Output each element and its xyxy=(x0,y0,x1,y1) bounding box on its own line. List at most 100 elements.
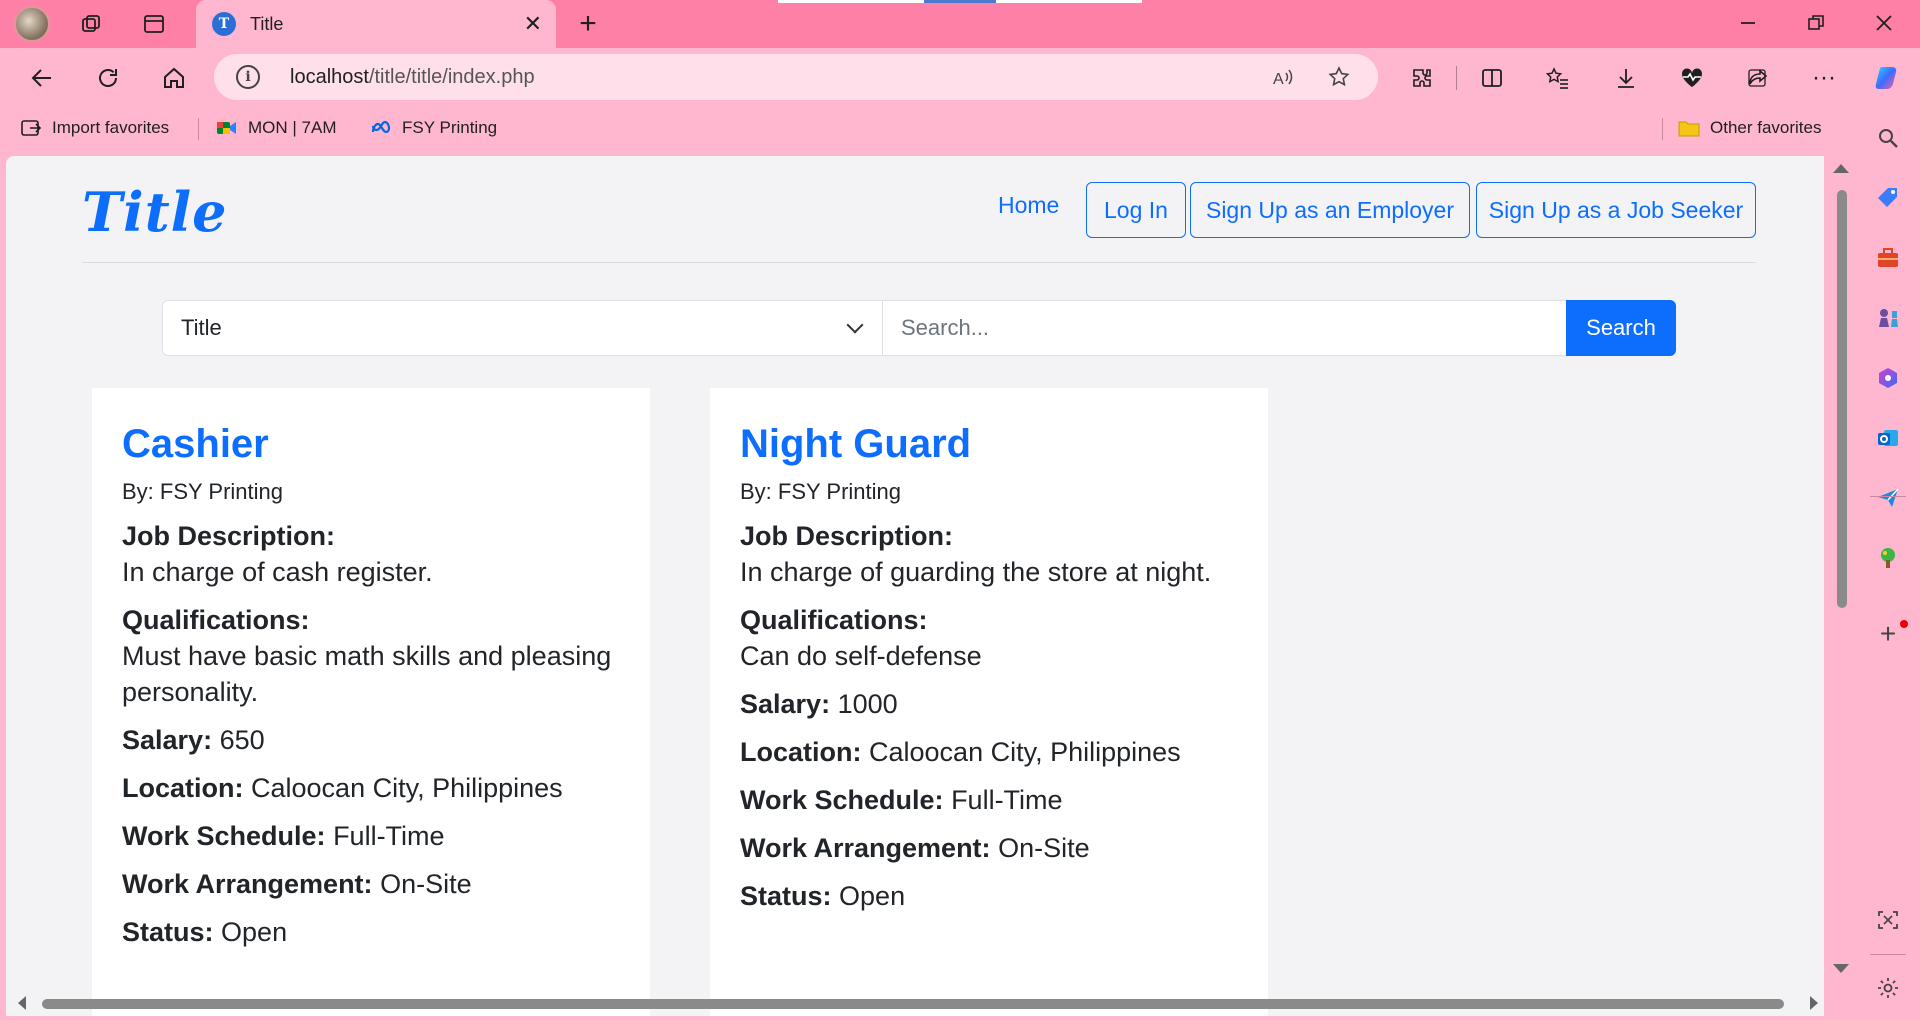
sidebar-screenshot-icon[interactable] xyxy=(1872,904,1904,936)
sidebar-tools-briefcase-icon[interactable] xyxy=(1872,242,1904,274)
import-favorites-icon xyxy=(20,118,42,138)
favorite-import[interactable]: Import favorites xyxy=(20,118,169,138)
url-text: localhost/title/title/index.php xyxy=(290,66,535,89)
restore-button[interactable] xyxy=(1788,0,1844,46)
sidebar-microsoft365-icon[interactable] xyxy=(1872,362,1904,394)
horizontal-scrollbar[interactable] xyxy=(6,992,1856,1016)
site-info-icon[interactable]: i xyxy=(236,65,260,89)
favorite-label: FSY Printing xyxy=(402,118,498,137)
workspaces-icon[interactable] xyxy=(74,6,110,42)
search-input[interactable]: Search... xyxy=(882,300,1572,356)
sidebar-add-icon[interactable]: + xyxy=(1872,518,1904,649)
by-label: By: xyxy=(740,479,772,504)
scroll-down-arrow-icon[interactable] xyxy=(1833,964,1849,973)
favorite-other-folder[interactable]: Other favorites xyxy=(1678,118,1822,138)
favorites-divider xyxy=(198,118,199,140)
minimize-button[interactable] xyxy=(1720,0,1776,46)
sidebar-outlook-icon[interactable] xyxy=(1872,422,1904,454)
vertical-scrollbar[interactable] xyxy=(1826,156,1856,992)
page-viewport: Title Home Log In Sign Up as an Employer… xyxy=(6,156,1824,1016)
scroll-right-arrow-icon[interactable] xyxy=(1810,996,1818,1010)
address-bar[interactable]: i localhost/title/title/index.php A xyxy=(214,54,1378,100)
status-value: Open xyxy=(221,917,288,947)
sidebar-games-chess-icon[interactable] xyxy=(1872,302,1904,334)
nav-home-link[interactable]: Home xyxy=(998,192,1059,219)
extensions-icon[interactable] xyxy=(1402,58,1442,98)
favorite-fsy-printing[interactable]: FSY Printing xyxy=(370,118,497,138)
copilot-icon[interactable] xyxy=(1868,58,1908,98)
meta-icon xyxy=(370,118,392,138)
by-label: By: xyxy=(122,479,154,504)
share-icon[interactable] xyxy=(1738,58,1778,98)
scroll-up-arrow-icon[interactable] xyxy=(1833,164,1849,173)
browser-title-bar: T Title ✕ + xyxy=(0,0,1920,48)
job-description-label: Job Description: xyxy=(740,521,954,551)
split-screen-icon[interactable] xyxy=(1472,58,1512,98)
status-label: Status: xyxy=(740,881,832,911)
arrangement-label: Work Arrangement: xyxy=(122,869,373,899)
favorite-label: Import favorites xyxy=(52,118,170,137)
tab-favicon-icon: T xyxy=(212,12,236,36)
browser-toolbar: i localhost/title/title/index.php A ··· xyxy=(0,48,1920,104)
tab-close-icon[interactable]: ✕ xyxy=(524,11,542,37)
horizontal-scroll-thumb[interactable] xyxy=(42,999,1784,1009)
search-button[interactable]: Search xyxy=(1566,300,1676,356)
sidebar-divider xyxy=(1870,496,1906,497)
active-tab[interactable]: T Title ✕ xyxy=(196,0,556,48)
job-description-label: Job Description: xyxy=(122,521,336,551)
url-path: /title/title/index.php xyxy=(368,66,535,88)
job-title-link[interactable]: Cashier xyxy=(122,420,622,468)
vertical-scroll-thumb[interactable] xyxy=(1837,190,1847,608)
favorite-mon-7am[interactable]: MON | 7AM xyxy=(216,118,336,138)
arrangement-value: On-Site xyxy=(998,833,1090,863)
job-title-link[interactable]: Night Guard xyxy=(740,420,1240,468)
job-status: Status: Open xyxy=(122,914,622,950)
url-host: localhost xyxy=(290,66,369,88)
job-description-text: In charge of cash register. xyxy=(122,557,433,587)
favorites-divider xyxy=(1662,118,1663,140)
job-description-text: In charge of guarding the store at night… xyxy=(740,557,1212,587)
google-meet-icon xyxy=(216,118,238,138)
site-brand[interactable]: Title xyxy=(82,180,228,244)
sidebar-shopping-tag-icon[interactable] xyxy=(1872,182,1904,214)
signup-employer-button[interactable]: Sign Up as an Employer xyxy=(1190,182,1470,238)
profile-avatar[interactable] xyxy=(14,6,50,42)
company-name: FSY Printing xyxy=(159,479,284,504)
tab-title: Title xyxy=(250,13,284,34)
home-button[interactable] xyxy=(154,58,194,98)
notification-dot xyxy=(1900,620,1908,628)
favorites-bar: Import favorites MON | 7AM FSY Printing … xyxy=(0,104,1920,154)
sidebar-send-icon[interactable] xyxy=(1872,482,1904,514)
arrangement-label: Work Arrangement: xyxy=(740,833,991,863)
job-description: Job Description: In charge of cash regis… xyxy=(122,518,622,590)
svg-text:A: A xyxy=(1273,71,1284,88)
job-location: Location: Caloocan City, Philippines xyxy=(740,734,1240,770)
read-aloud-icon[interactable]: A xyxy=(1268,62,1298,92)
status-value: Open xyxy=(839,881,906,911)
job-schedule: Work Schedule: Full-Time xyxy=(122,818,622,854)
favorite-star-icon[interactable] xyxy=(1324,62,1354,92)
schedule-label: Work Schedule: xyxy=(740,785,944,815)
sidebar-search-icon[interactable] xyxy=(1872,122,1904,154)
new-tab-button[interactable]: + xyxy=(570,6,606,42)
window-drag-indicator-active xyxy=(924,0,996,3)
edge-sidebar: + xyxy=(1856,104,1920,1020)
back-button[interactable] xyxy=(22,58,62,98)
close-window-button[interactable] xyxy=(1856,0,1912,46)
favorites-list-icon[interactable] xyxy=(1538,58,1578,98)
more-options-icon[interactable]: ··· xyxy=(1804,58,1844,98)
search-category-select[interactable]: Title xyxy=(162,300,884,356)
browser-essentials-icon[interactable] xyxy=(1672,58,1712,98)
scroll-left-arrow-icon[interactable] xyxy=(18,996,26,1010)
search-category-value: Title xyxy=(181,315,222,340)
login-button[interactable]: Log In xyxy=(1086,182,1186,238)
job-company: By: FSY Printing xyxy=(122,478,622,506)
sidebar-settings-gear-icon[interactable] xyxy=(1872,972,1904,1004)
vertical-tabs-icon[interactable] xyxy=(136,6,172,42)
downloads-icon[interactable] xyxy=(1606,58,1646,98)
signup-jobseeker-button[interactable]: Sign Up as a Job Seeker xyxy=(1476,182,1756,238)
refresh-button[interactable] xyxy=(88,58,128,98)
job-card: Cashier By: FSY Printing Job Description… xyxy=(92,388,650,1016)
job-description: Job Description: In charge of guarding t… xyxy=(740,518,1240,590)
job-card: Night Guard By: FSY Printing Job Descrip… xyxy=(710,388,1268,1016)
